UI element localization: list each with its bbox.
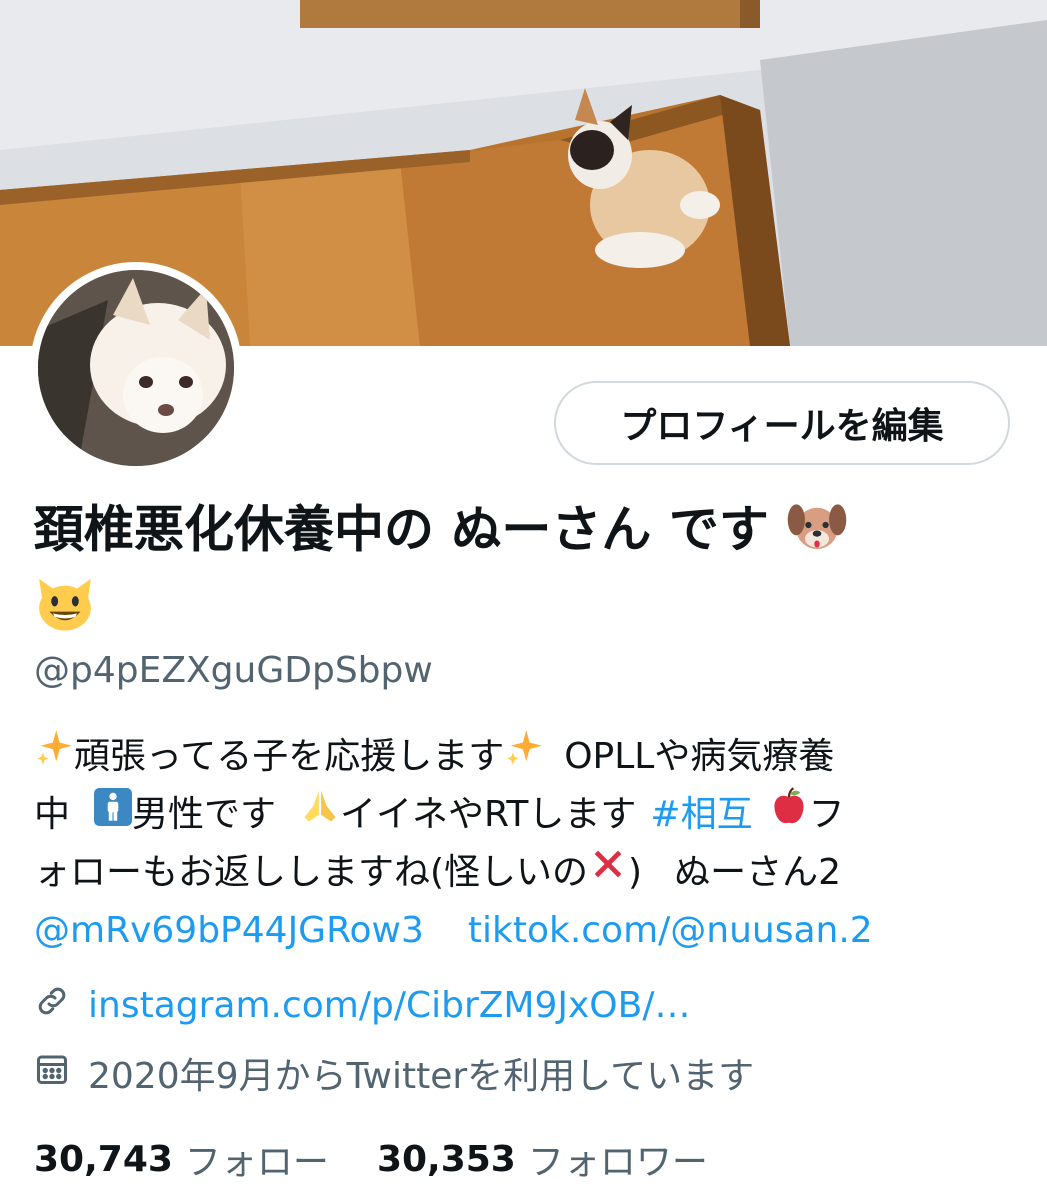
mention-link[interactable]: @mRv69bP44JGRow3 bbox=[34, 902, 424, 960]
bio-text: ぬーさん2 bbox=[674, 852, 841, 893]
apple-icon bbox=[769, 786, 809, 844]
following-label: フォロー bbox=[184, 1142, 329, 1183]
sparkles-icon bbox=[504, 728, 544, 786]
dog-face-icon bbox=[786, 494, 848, 572]
bio-text: OPLLや病気療養 bbox=[564, 736, 835, 777]
tiktok-link[interactable]: tiktok.com/@nuusan.2 bbox=[468, 902, 873, 960]
link-icon bbox=[34, 983, 88, 1028]
bio-text: 中 bbox=[34, 794, 71, 835]
display-name-text: 頚椎悪化休養中の ぬーさん です bbox=[34, 500, 769, 559]
calendar-icon bbox=[34, 1051, 88, 1096]
bio-text: ォローもお返ししますね(怪しいの bbox=[34, 852, 589, 893]
followers-link[interactable]: 30,353 フォロワー bbox=[377, 1133, 756, 1185]
profile-handle: @p4pEZXguGDpSbpw bbox=[34, 650, 433, 691]
follow-counts: 30,743 フォロー 30,353 フォロワー bbox=[34, 1134, 756, 1184]
website-link[interactable]: instagram.com/p/CibrZM9JxOB/… bbox=[88, 985, 690, 1026]
joined-date-text: 2020年9月からTwitterを利用しています bbox=[88, 1056, 755, 1097]
following-count: 30,743 bbox=[34, 1138, 173, 1180]
followers-count: 30,353 bbox=[376, 1138, 516, 1180]
bio-text: ) bbox=[628, 852, 643, 893]
followers-label: フォロワー bbox=[527, 1142, 708, 1183]
bio-text: イイネやRTします bbox=[340, 794, 637, 835]
profile-avatar[interactable] bbox=[30, 262, 242, 474]
profile-joined-row: 2020年9月からTwitterを利用しています bbox=[34, 1048, 754, 1098]
hashtag-link[interactable]: #相互 bbox=[650, 786, 752, 844]
cat-face-icon bbox=[34, 572, 96, 650]
bio-text: フ bbox=[808, 794, 845, 835]
following-link[interactable]: 30,743 フォロー bbox=[34, 1133, 377, 1185]
edit-profile-button[interactable]: プロフィールを編集 bbox=[554, 381, 1010, 465]
bio-text: 男性です bbox=[132, 794, 277, 835]
profile-display-name: 頚椎悪化休養中の ぬーさん です bbox=[34, 494, 1024, 650]
profile-bio: 頑張ってる子を応援します OPLLや病気療養 中 男性です イイネやRTします … bbox=[34, 728, 1024, 960]
cross-mark-icon bbox=[588, 844, 628, 902]
sparkles-icon bbox=[34, 728, 74, 786]
man-symbol-icon bbox=[94, 786, 133, 844]
profile-website-row: instagram.com/p/CibrZM9JxOB/… bbox=[34, 980, 690, 1030]
bio-text: 頑張ってる子を応援します bbox=[74, 736, 505, 777]
folded-hands-icon bbox=[300, 786, 340, 844]
